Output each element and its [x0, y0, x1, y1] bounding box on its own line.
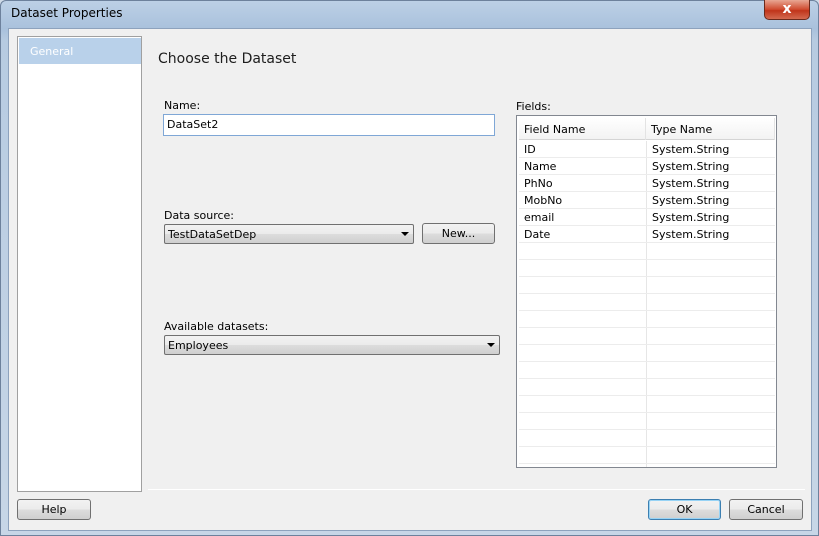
name-label: Name: [164, 99, 201, 112]
help-button[interactable]: Help [17, 499, 91, 520]
type-name-cell: System.String [652, 194, 730, 207]
empty-row[interactable] [519, 243, 775, 260]
dataset-properties-window: Dataset Properties x General Choose the … [0, 0, 819, 536]
table-row[interactable]: MobNo System.String [519, 192, 775, 209]
nav-item-general[interactable]: General [19, 38, 141, 64]
name-input[interactable]: DataSet2 [163, 114, 495, 136]
column-header-type-name[interactable]: Type Name [646, 118, 775, 140]
available-datasets-value: Employees [168, 339, 229, 352]
title-bar[interactable]: Dataset Properties x [1, 0, 818, 27]
table-row[interactable]: PhNo System.String [519, 175, 775, 192]
field-name-cell: Name [524, 160, 557, 173]
empty-row[interactable] [519, 379, 775, 396]
empty-row[interactable] [519, 362, 775, 379]
column-header-field-name[interactable]: Field Name [519, 118, 646, 140]
chevron-down-icon [401, 232, 409, 236]
field-name-cell: ID [524, 143, 536, 156]
fields-label: Fields: [516, 100, 551, 113]
available-datasets-label: Available datasets: [164, 320, 269, 333]
field-name-cell: PhNo [524, 177, 553, 190]
ok-button[interactable]: OK [648, 499, 721, 520]
chevron-down-icon [487, 343, 495, 347]
empty-row[interactable] [519, 294, 775, 311]
new-data-source-button[interactable]: New... [422, 223, 495, 244]
data-source-select[interactable]: TestDataSetDep [164, 224, 414, 244]
grid-rows: ID System.String Name System.String PhNo Sy… [519, 141, 775, 464]
field-name-cell: MobNo [524, 194, 563, 207]
table-row[interactable]: Date System.String [519, 226, 775, 243]
close-button[interactable]: x [764, 0, 810, 20]
field-name-cell: Date [524, 228, 551, 241]
empty-row[interactable] [519, 345, 775, 362]
empty-row[interactable] [519, 447, 775, 464]
cancel-button[interactable]: Cancel [729, 499, 803, 520]
type-name-cell: System.String [652, 143, 730, 156]
table-row[interactable]: ID System.String [519, 141, 775, 158]
footer-divider [148, 489, 805, 490]
type-name-cell: System.String [652, 177, 730, 190]
empty-row[interactable] [519, 328, 775, 345]
available-datasets-select[interactable]: Employees [164, 335, 500, 355]
data-source-label: Data source: [164, 209, 234, 222]
data-source-value: TestDataSetDep [168, 228, 257, 241]
dialog-body: General Choose the Dataset Name: DataSet… [8, 28, 812, 531]
window-title: Dataset Properties [11, 6, 123, 20]
close-icon: x [782, 1, 792, 17]
nav-panel: General [17, 36, 142, 492]
field-name-cell: email [524, 211, 555, 224]
grid-header: Field Name Type Name [519, 118, 775, 140]
empty-row[interactable] [519, 396, 775, 413]
type-name-cell: System.String [652, 228, 730, 241]
table-row[interactable]: Name System.String [519, 158, 775, 175]
fields-grid[interactable]: Field Name Type Name ID System.String Nam… [516, 115, 777, 468]
empty-row[interactable] [519, 277, 775, 294]
empty-row[interactable] [519, 260, 775, 277]
empty-row[interactable] [519, 413, 775, 430]
empty-row[interactable] [519, 311, 775, 328]
table-row[interactable]: email System.String [519, 209, 775, 226]
type-name-cell: System.String [652, 211, 730, 224]
type-name-cell: System.String [652, 160, 730, 173]
empty-row[interactable] [519, 430, 775, 447]
page-title: Choose the Dataset [158, 51, 297, 67]
